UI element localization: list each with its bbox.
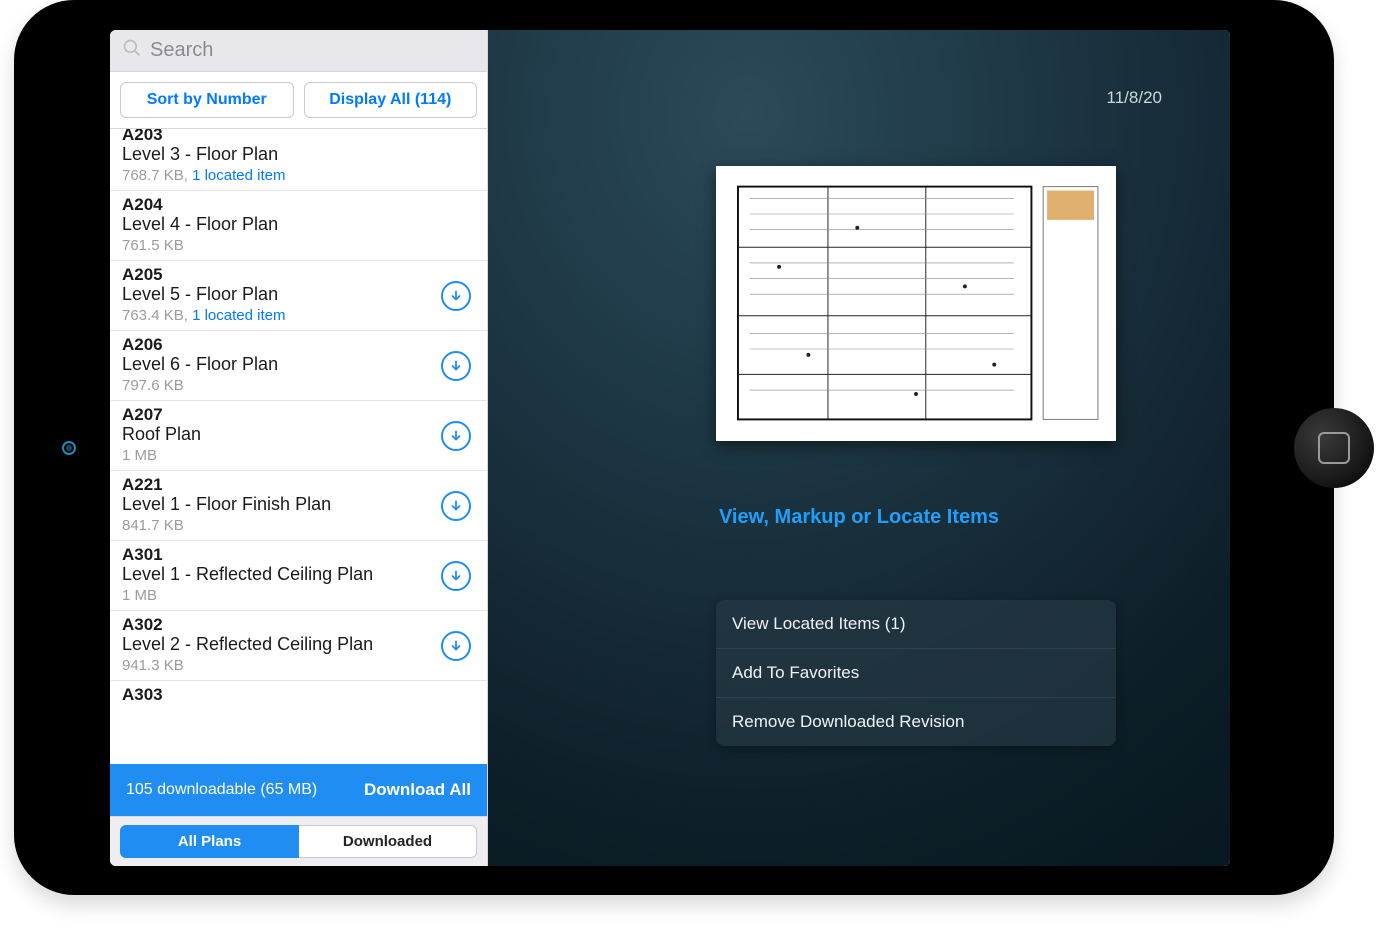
search-icon xyxy=(122,38,142,63)
plan-row[interactable]: A221Level 1 - Floor Finish Plan 841.7 KB xyxy=(110,471,487,541)
download-icon[interactable] xyxy=(441,491,471,521)
plan-meta: 941.3 KB xyxy=(122,657,475,674)
plan-row[interactable]: A204Level 4 - Floor Plan 761.5 KB xyxy=(110,191,487,261)
plan-row[interactable]: A207Roof Plan 1 MB xyxy=(110,401,487,471)
plan-meta: 763.4 KB, 1 located item xyxy=(122,307,475,324)
add-to-favorites-button[interactable]: Add To Favorites xyxy=(716,649,1116,698)
view-markup-locate-link[interactable]: View, Markup or Locate Items xyxy=(488,506,1230,529)
plan-row[interactable]: A303 xyxy=(110,681,487,705)
ipad-frame: Sort by Number Display All (114) A203Lev… xyxy=(14,0,1334,895)
plan-size: 941.3 KB xyxy=(122,657,184,674)
plan-size: 761.5 KB xyxy=(122,237,184,254)
plan-meta: 841.7 KB xyxy=(122,517,475,534)
plan-row[interactable]: A301Level 1 - Reflected Ceiling Plan 1 MB xyxy=(110,541,487,611)
search-input[interactable] xyxy=(150,39,475,62)
download-summary: 105 downloadable (65 MB) xyxy=(126,781,317,799)
plan-meta: 797.6 KB xyxy=(122,377,475,394)
download-icon[interactable] xyxy=(441,631,471,661)
detail-actions: View Located Items (1) Add To Favorites … xyxy=(716,600,1116,746)
plan-title: Level 4 - Floor Plan xyxy=(122,214,475,235)
segment-all-plans[interactable]: All Plans xyxy=(120,825,299,858)
search-bar[interactable] xyxy=(110,30,487,72)
plan-number: A205 xyxy=(122,265,475,285)
plan-number: A302 xyxy=(122,615,475,635)
list-toolbar: Sort by Number Display All (114) xyxy=(110,72,487,129)
plan-title: Level 2 - Reflected Ceiling Plan xyxy=(122,634,475,655)
plan-title: Roof Plan xyxy=(122,424,475,445)
camera-dot xyxy=(62,441,76,455)
segment-downloaded[interactable]: Downloaded xyxy=(299,825,477,858)
plan-number: A207 xyxy=(122,405,475,425)
plans-segmented-control: All Plans Downloaded xyxy=(110,816,487,866)
plan-row[interactable]: A203Level 3 - Floor Plan 768.7 KB, 1 loca… xyxy=(110,129,487,191)
plan-number: A203 xyxy=(122,129,475,145)
display-filter-button[interactable]: Display All (114) xyxy=(304,82,478,118)
download-icon[interactable] xyxy=(441,561,471,591)
located-item-link[interactable]: 1 located item xyxy=(192,167,285,184)
download-icon[interactable] xyxy=(441,421,471,451)
view-located-items-button[interactable]: View Located Items (1) xyxy=(716,600,1116,649)
plan-number: A303 xyxy=(122,685,475,705)
plan-size: 763.4 KB xyxy=(122,307,184,324)
plan-row[interactable]: A205Level 5 - Floor Plan 763.4 KB, 1 loca… xyxy=(110,261,487,331)
plan-detail-pane: 11/8/20 xyxy=(488,30,1230,866)
plan-title: Level 1 - Reflected Ceiling Plan xyxy=(122,564,475,585)
plan-size: 1 MB xyxy=(122,587,157,604)
download-icon[interactable] xyxy=(441,281,471,311)
plan-number: A204 xyxy=(122,195,475,215)
plan-thumbnail[interactable] xyxy=(716,166,1116,441)
plan-title: Level 5 - Floor Plan xyxy=(122,284,475,305)
plan-number: A301 xyxy=(122,545,475,565)
plan-meta: 1 MB xyxy=(122,447,475,464)
plan-title: Level 6 - Floor Plan xyxy=(122,354,475,375)
plan-row[interactable]: A206Level 6 - Floor Plan 797.6 KB xyxy=(110,331,487,401)
plan-list[interactable]: A203Level 3 - Floor Plan 768.7 KB, 1 loca… xyxy=(110,129,487,764)
located-item-link[interactable]: 1 located item xyxy=(192,307,285,324)
plan-meta: 761.5 KB xyxy=(122,237,475,254)
plan-size: 768.7 KB xyxy=(122,167,184,184)
home-button[interactable] xyxy=(1294,408,1374,488)
plan-meta: 1 MB xyxy=(122,587,475,604)
download-icon[interactable] xyxy=(441,351,471,381)
plan-row[interactable]: A302Level 2 - Reflected Ceiling Plan 941.… xyxy=(110,611,487,681)
app-screen: Sort by Number Display All (114) A203Lev… xyxy=(110,30,1230,866)
plan-number: A221 xyxy=(122,475,475,495)
plan-meta: 768.7 KB, 1 located item xyxy=(122,167,475,184)
plan-title: Level 3 - Floor Plan xyxy=(122,144,475,165)
plan-size: 797.6 KB xyxy=(122,377,184,394)
plan-size: 1 MB xyxy=(122,447,157,464)
download-all-button[interactable]: Download All xyxy=(364,780,471,800)
plans-sidebar: Sort by Number Display All (114) A203Lev… xyxy=(110,30,488,866)
sort-button[interactable]: Sort by Number xyxy=(120,82,294,118)
download-bar: 105 downloadable (65 MB) Download All xyxy=(110,764,487,816)
revision-date: 11/8/20 xyxy=(1107,88,1162,108)
remove-downloaded-button[interactable]: Remove Downloaded Revision xyxy=(716,698,1116,746)
plan-title: Level 1 - Floor Finish Plan xyxy=(122,494,475,515)
plan-size: 841.7 KB xyxy=(122,517,184,534)
plan-number: A206 xyxy=(122,335,475,355)
